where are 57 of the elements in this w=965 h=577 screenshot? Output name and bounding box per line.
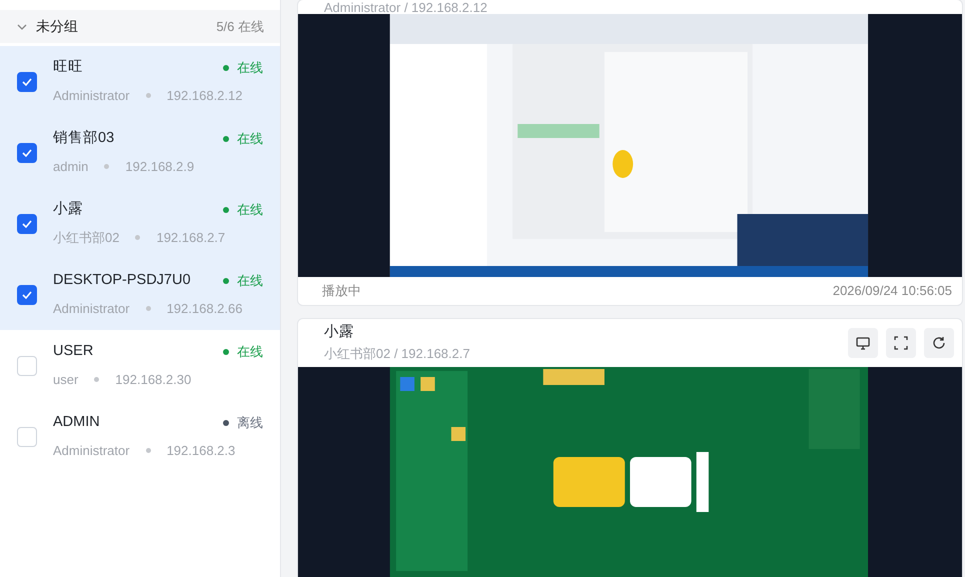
status-text: 在线 bbox=[237, 343, 263, 361]
device-row[interactable]: USER 在线 user 192.168.2.30 bbox=[0, 330, 280, 401]
device-ip: 192.168.2.12 bbox=[166, 86, 242, 104]
separator-dot bbox=[146, 92, 151, 98]
device-name: 小露 bbox=[53, 201, 83, 218]
status-text: 离线 bbox=[237, 414, 263, 432]
check-icon bbox=[21, 290, 33, 300]
fullscreen-icon bbox=[893, 335, 909, 351]
monitor-button[interactable] bbox=[848, 328, 878, 358]
device-subtitle: Administrator / 192.168.2.12 bbox=[324, 0, 488, 14]
device-title: 小露 bbox=[324, 323, 355, 342]
separator-dot bbox=[146, 306, 151, 311]
device-user: admin bbox=[53, 158, 88, 176]
status-text: 在线 bbox=[237, 272, 263, 290]
status-text: 在线 bbox=[237, 59, 263, 77]
device-user: Administrator bbox=[53, 442, 130, 460]
check-icon bbox=[21, 76, 33, 86]
device-row[interactable]: ADMIN 离线 Administrator 192.168.2.3 bbox=[0, 401, 280, 472]
device-row[interactable]: 旺旺 在线 Administrator 192.168.2.12 bbox=[0, 46, 280, 117]
device-name: 销售部03 bbox=[53, 130, 114, 148]
device-user: Administrator bbox=[53, 86, 130, 104]
playback-status: 播放中 bbox=[322, 282, 361, 300]
device-ip: 192.168.2.7 bbox=[156, 228, 226, 246]
device-user: Administrator bbox=[53, 300, 130, 318]
device-name: USER bbox=[53, 343, 94, 360]
check-icon bbox=[21, 148, 33, 158]
status-text: 在线 bbox=[237, 201, 263, 219]
separator-dot bbox=[94, 376, 100, 382]
timestamp: 2026/09/24 10:56:05 bbox=[832, 282, 952, 300]
device-user: 小红书部02 bbox=[53, 228, 120, 246]
device-ip: 192.168.2.66 bbox=[166, 300, 242, 318]
fullscreen-button[interactable] bbox=[886, 328, 916, 358]
refresh-icon bbox=[931, 335, 947, 351]
device-user: user bbox=[53, 370, 78, 388]
separator-dot bbox=[104, 164, 110, 169]
device-name: ADMIN bbox=[53, 414, 100, 432]
separator-dot bbox=[135, 234, 140, 240]
checkbox[interactable] bbox=[17, 284, 37, 304]
monitor-icon bbox=[855, 335, 871, 351]
device-ip: 192.168.2.30 bbox=[115, 370, 192, 388]
device-row[interactable]: DESKTOP-PSDJ7U0 在线 Administrator 192.168.2.66 bbox=[0, 259, 280, 330]
device-row[interactable]: 小露 在线 小红书部02 192.168.2.7 bbox=[0, 188, 280, 259]
device-name: DESKTOP-PSDJ7U0 bbox=[53, 272, 191, 290]
status-text: 在线 bbox=[237, 130, 263, 148]
online-count: 5/6 在线 bbox=[216, 18, 264, 36]
checkbox[interactable] bbox=[17, 142, 37, 162]
refresh-button[interactable] bbox=[924, 328, 954, 358]
device-ip: 192.168.2.3 bbox=[166, 442, 236, 460]
group-name: 未分组 bbox=[36, 17, 78, 36]
check-icon bbox=[21, 218, 33, 228]
separator-dot bbox=[146, 448, 151, 453]
device-ip: 192.168.2.9 bbox=[125, 158, 194, 176]
device-row[interactable]: 销售部03 在线 admin 192.168.2.9 bbox=[0, 117, 280, 188]
checkbox[interactable] bbox=[17, 214, 37, 234]
checkbox[interactable] bbox=[17, 72, 37, 92]
device-name: 旺旺 bbox=[53, 59, 83, 76]
device-subtitle: 小红书部02 / 192.168.2.7 bbox=[324, 345, 470, 364]
